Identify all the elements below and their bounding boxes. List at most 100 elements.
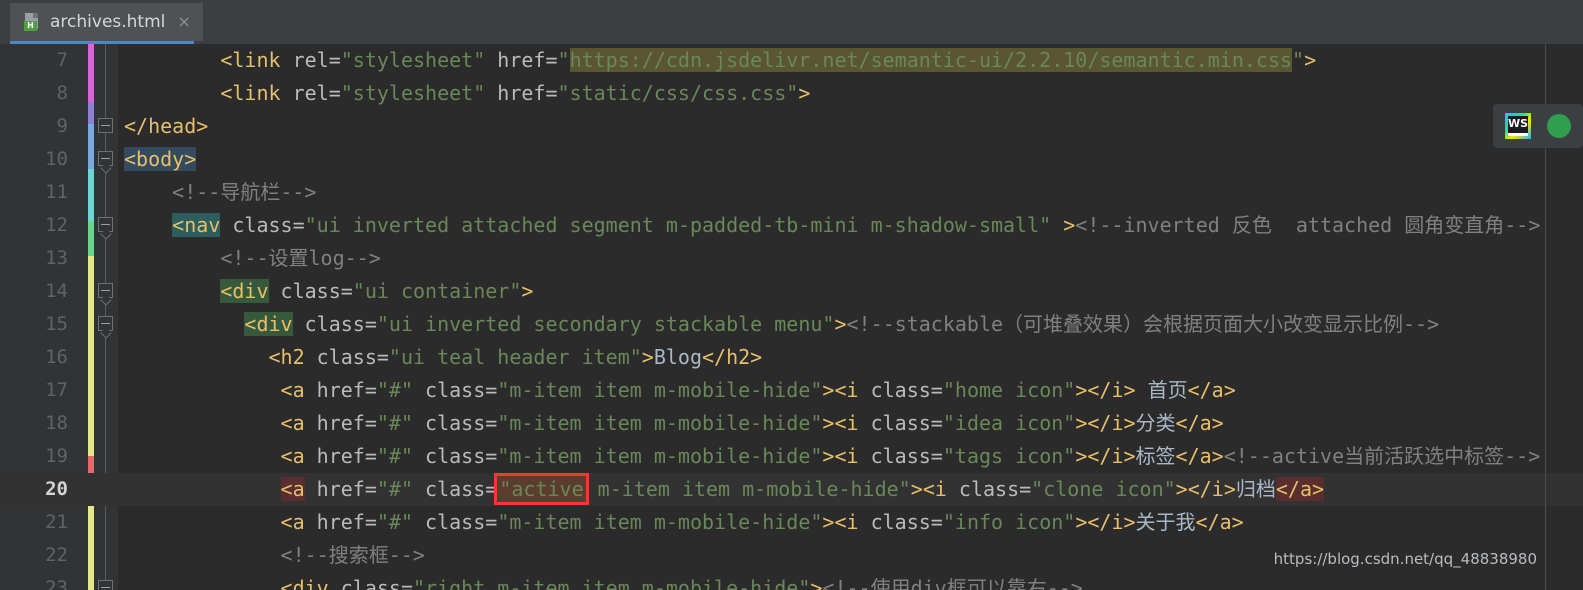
line-content: <a href="#" class="m-item item m-mobile-… <box>124 374 1236 407</box>
code-line[interactable]: 8 <link rel="stylesheet" href="static/cs… <box>0 77 1583 110</box>
editor-tab-label: archives.html <box>50 12 166 32</box>
token-comment: <!--导航栏--> <box>172 180 317 204</box>
line-content: <body> <box>124 143 197 176</box>
token-comment: <!--active当前活跃选中标签--> <box>1223 444 1541 468</box>
token-attr: class= <box>413 510 498 534</box>
code-line[interactable]: 9 </head> <box>0 110 1583 143</box>
line-number: 10 <box>45 148 68 170</box>
code-line[interactable]: 21 <a href="#" class="m-item item m-mobi… <box>0 506 1583 539</box>
token-attr: href= <box>304 510 377 534</box>
token-tag: <link <box>220 81 281 105</box>
token-tag-highlighted: <nav <box>172 213 221 237</box>
code-line[interactable]: 19 <a href="#" class="m-item item m-mobi… <box>0 440 1583 473</box>
code-line[interactable]: 16 <h2 class="ui teal header item">Blog<… <box>0 341 1583 374</box>
token-tag-end-highlighted: </a> <box>1275 477 1325 501</box>
line-content: <a href="#" class= "active m-item item m-… <box>124 473 1325 506</box>
token-tag: <i <box>834 378 859 402</box>
token-text: 标签 <box>1135 444 1176 468</box>
line-number: 17 <box>45 379 68 401</box>
line-number: 14 <box>45 280 68 302</box>
token-tag-end: </h2> <box>702 345 763 369</box>
code-line[interactable]: 15 <div class="ui inverted secondary sta… <box>0 308 1583 341</box>
line-content: <a href="#" class="m-item item m-mobile-… <box>124 506 1244 539</box>
line-number: 16 <box>45 346 68 368</box>
code-line[interactable]: 10 <body> <box>0 143 1583 176</box>
code-line[interactable]: 12 <nav class="ui inverted attached segm… <box>0 209 1583 242</box>
token-tag-close: > <box>834 312 847 336</box>
line-number: 9 <box>56 115 68 137</box>
token-attr: class= <box>413 477 498 501</box>
code-line[interactable]: 23 <div class="right m-item item m-mobil… <box>0 572 1583 590</box>
webstorm-icon[interactable] <box>1505 113 1531 139</box>
token-string: "m-item item m-mobile-hide" <box>497 411 823 435</box>
token-tag: <i <box>834 510 859 534</box>
token-quote: " <box>557 48 570 72</box>
token-comment: <!--stackable（可堆叠效果）会根据页面大小改变显示比例--> <box>846 312 1440 336</box>
token-quote: " <box>499 477 512 501</box>
token-text: 分类 <box>1135 411 1176 435</box>
chrome-icon[interactable] <box>1547 114 1571 138</box>
token-tag-highlighted: <a <box>280 477 305 501</box>
token-attr: href= <box>485 81 558 105</box>
token-tag: <i <box>834 411 859 435</box>
ide-window: H archives.html × 7 <link rel="styleshee… <box>0 0 1583 590</box>
watermark-text: https://blog.csdn.net/qq_48838980 <box>1273 550 1537 568</box>
token-string: "clone icon" <box>1031 477 1176 501</box>
token-string: "#" <box>376 510 414 534</box>
line-content: <link rel="stylesheet" href="static/css/… <box>124 77 810 110</box>
token-tag: <i <box>922 477 947 501</box>
line-content: </head> <box>124 110 208 143</box>
token-tag: </head> <box>124 114 209 138</box>
token-tag-highlighted: <body> <box>124 147 197 171</box>
token-tag-end: </a> <box>1175 411 1224 435</box>
editor-tab-archives-html[interactable]: H archives.html × <box>10 3 203 41</box>
code-line-current[interactable]: 20 <a href="#" class= "active m-item item… <box>0 473 1583 506</box>
code-editor[interactable]: 7 <link rel="stylesheet" href="https://c… <box>0 44 1583 590</box>
line-content: <!--搜索框--> <box>124 539 425 572</box>
token-comment: <!--搜索框--> <box>280 543 425 567</box>
token-string: "ui container" <box>352 279 522 303</box>
close-icon[interactable]: × <box>177 14 190 30</box>
token-string: "static/css/css.css" <box>557 81 799 105</box>
token-active-class: active <box>511 477 584 501</box>
token-attr: class= <box>268 279 353 303</box>
token-string: "idea icon" <box>942 411 1076 435</box>
code-line[interactable]: 18 <a href="#" class="m-item item m-mobi… <box>0 407 1583 440</box>
token-quote: " <box>1292 48 1305 72</box>
token-tag-end: </i> <box>1087 411 1136 435</box>
code-lines: 7 <link rel="stylesheet" href="https://c… <box>0 44 1583 590</box>
token-tag-close: > <box>1075 510 1088 534</box>
token-tag: <a <box>280 378 305 402</box>
token-string: "tags icon" <box>942 444 1076 468</box>
token-string: "ui inverted secondary stackable menu" <box>376 312 835 336</box>
token-tag-close: > <box>1051 213 1076 237</box>
token-string: "home icon" <box>942 378 1076 402</box>
token-attr: class= <box>328 576 414 590</box>
line-number: 19 <box>45 445 68 467</box>
token-tag-highlighted: <div <box>244 312 293 336</box>
token-tag-close: > <box>1075 378 1088 402</box>
line-content: <link rel="stylesheet" href="https://cdn… <box>124 44 1316 77</box>
token-tag-end: </i> <box>1087 444 1136 468</box>
token-tag: <div <box>280 576 329 590</box>
code-line[interactable]: 13 <!--设置log--> <box>0 242 1583 275</box>
line-content: <a href="#" class="m-item item m-mobile-… <box>124 440 1541 473</box>
token-attr: href= <box>304 378 377 402</box>
code-line[interactable]: 14 <div class="ui container"> <box>0 275 1583 308</box>
token-string: "#" <box>376 378 414 402</box>
line-number: 7 <box>56 49 68 71</box>
line-content: <a href="#" class="m-item item m-mobile-… <box>124 407 1224 440</box>
line-number: 20 <box>45 478 68 500</box>
line-number: 12 <box>45 214 68 236</box>
line-number: 8 <box>56 82 68 104</box>
token-attr: href= <box>304 477 377 501</box>
browser-preview-toolbar[interactable] <box>1493 104 1583 148</box>
token-attr: href= <box>485 48 558 72</box>
token-attr: class= <box>413 411 498 435</box>
token-attr: class= <box>858 378 943 402</box>
code-line[interactable]: 7 <link rel="stylesheet" href="https://c… <box>0 44 1583 77</box>
code-line[interactable]: 17 <a href="#" class="m-item item m-mobi… <box>0 374 1583 407</box>
line-content: <div class="ui container"> <box>124 275 533 308</box>
line-content: <!--设置log--> <box>124 242 380 275</box>
code-line[interactable]: 11 <!--导航栏--> <box>0 176 1583 209</box>
